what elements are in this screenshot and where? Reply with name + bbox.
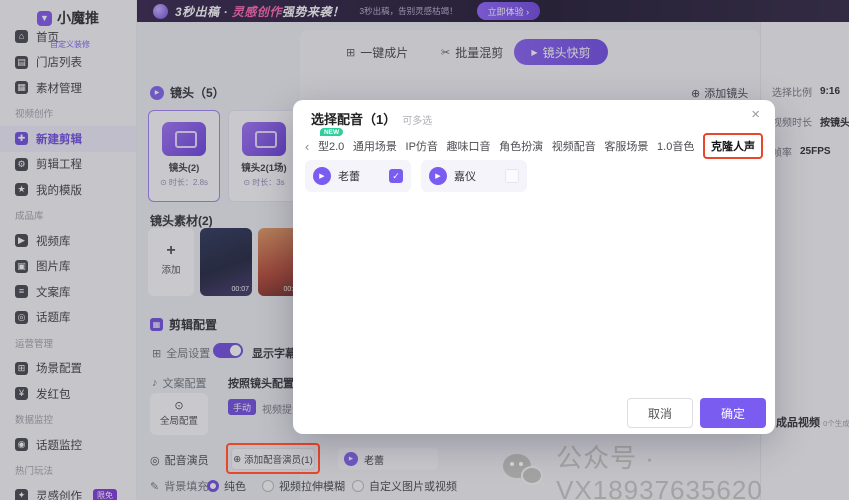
chevron-left-icon[interactable]: ‹ xyxy=(305,139,309,154)
tab-service-scene[interactable]: 客服场景 xyxy=(604,138,648,154)
play-icon[interactable]: ▶ xyxy=(313,167,331,185)
close-icon[interactable]: × xyxy=(751,106,760,123)
app-window: ▼ 小魔推 自定义装修 ⌂首页 ▤门店列表 ▦素材管理 视频创作 ✚新建剪辑 ⚙… xyxy=(0,0,849,500)
voice-card-1[interactable]: ▶ 老蕾 ✓ xyxy=(305,160,411,192)
voice-name: 老蕾 xyxy=(338,168,382,184)
annotation-box-add-voice xyxy=(226,443,320,474)
watermark-text: 公众号 · VX18937635620 xyxy=(556,438,849,500)
voice-select-dialog: 选择配音（1）可多选 × ‹ NEW型2.0 通用场景 IP仿音 趣味口音 角色… xyxy=(293,100,775,434)
tab-model-2[interactable]: NEW型2.0 xyxy=(318,138,344,154)
new-badge: NEW xyxy=(320,128,343,136)
tab-1-0-voice[interactable]: 1.0音色 xyxy=(657,138,694,154)
tab-cloned-voice[interactable]: 克隆人声 xyxy=(703,133,763,159)
tab-label: 型2.0 xyxy=(318,141,344,153)
dialog-title-text: 选择配音（1） xyxy=(311,112,396,127)
tab-fun-accent[interactable]: 趣味口音 xyxy=(447,138,491,154)
wechat-icon xyxy=(503,454,544,490)
play-icon[interactable]: ▶ xyxy=(429,167,447,185)
dialog-title: 选择配音（1） 可多选 xyxy=(311,109,432,128)
tab-general-scene[interactable]: 通用场景 xyxy=(353,138,397,154)
checkbox-unchecked-icon[interactable] xyxy=(505,169,519,183)
confirm-button[interactable]: 确定 xyxy=(700,398,766,428)
checkbox-checked-icon[interactable]: ✓ xyxy=(389,169,403,183)
cancel-button[interactable]: 取消 xyxy=(627,398,693,428)
tab-ip-voice[interactable]: IP仿音 xyxy=(406,138,438,154)
tab-role-play[interactable]: 角色扮演 xyxy=(499,138,543,154)
voice-card-2[interactable]: ▶ 嘉仪 xyxy=(421,160,527,192)
voice-name: 嘉仪 xyxy=(454,168,498,184)
voice-category-tabs: ‹ NEW型2.0 通用场景 IP仿音 趣味口音 角色扮演 视频配音 客服场景 … xyxy=(305,133,763,159)
tab-video-dub[interactable]: 视频配音 xyxy=(552,138,596,154)
watermark: 公众号 · VX18937635620 xyxy=(503,438,849,500)
dialog-title-note: 可多选 xyxy=(402,116,432,127)
